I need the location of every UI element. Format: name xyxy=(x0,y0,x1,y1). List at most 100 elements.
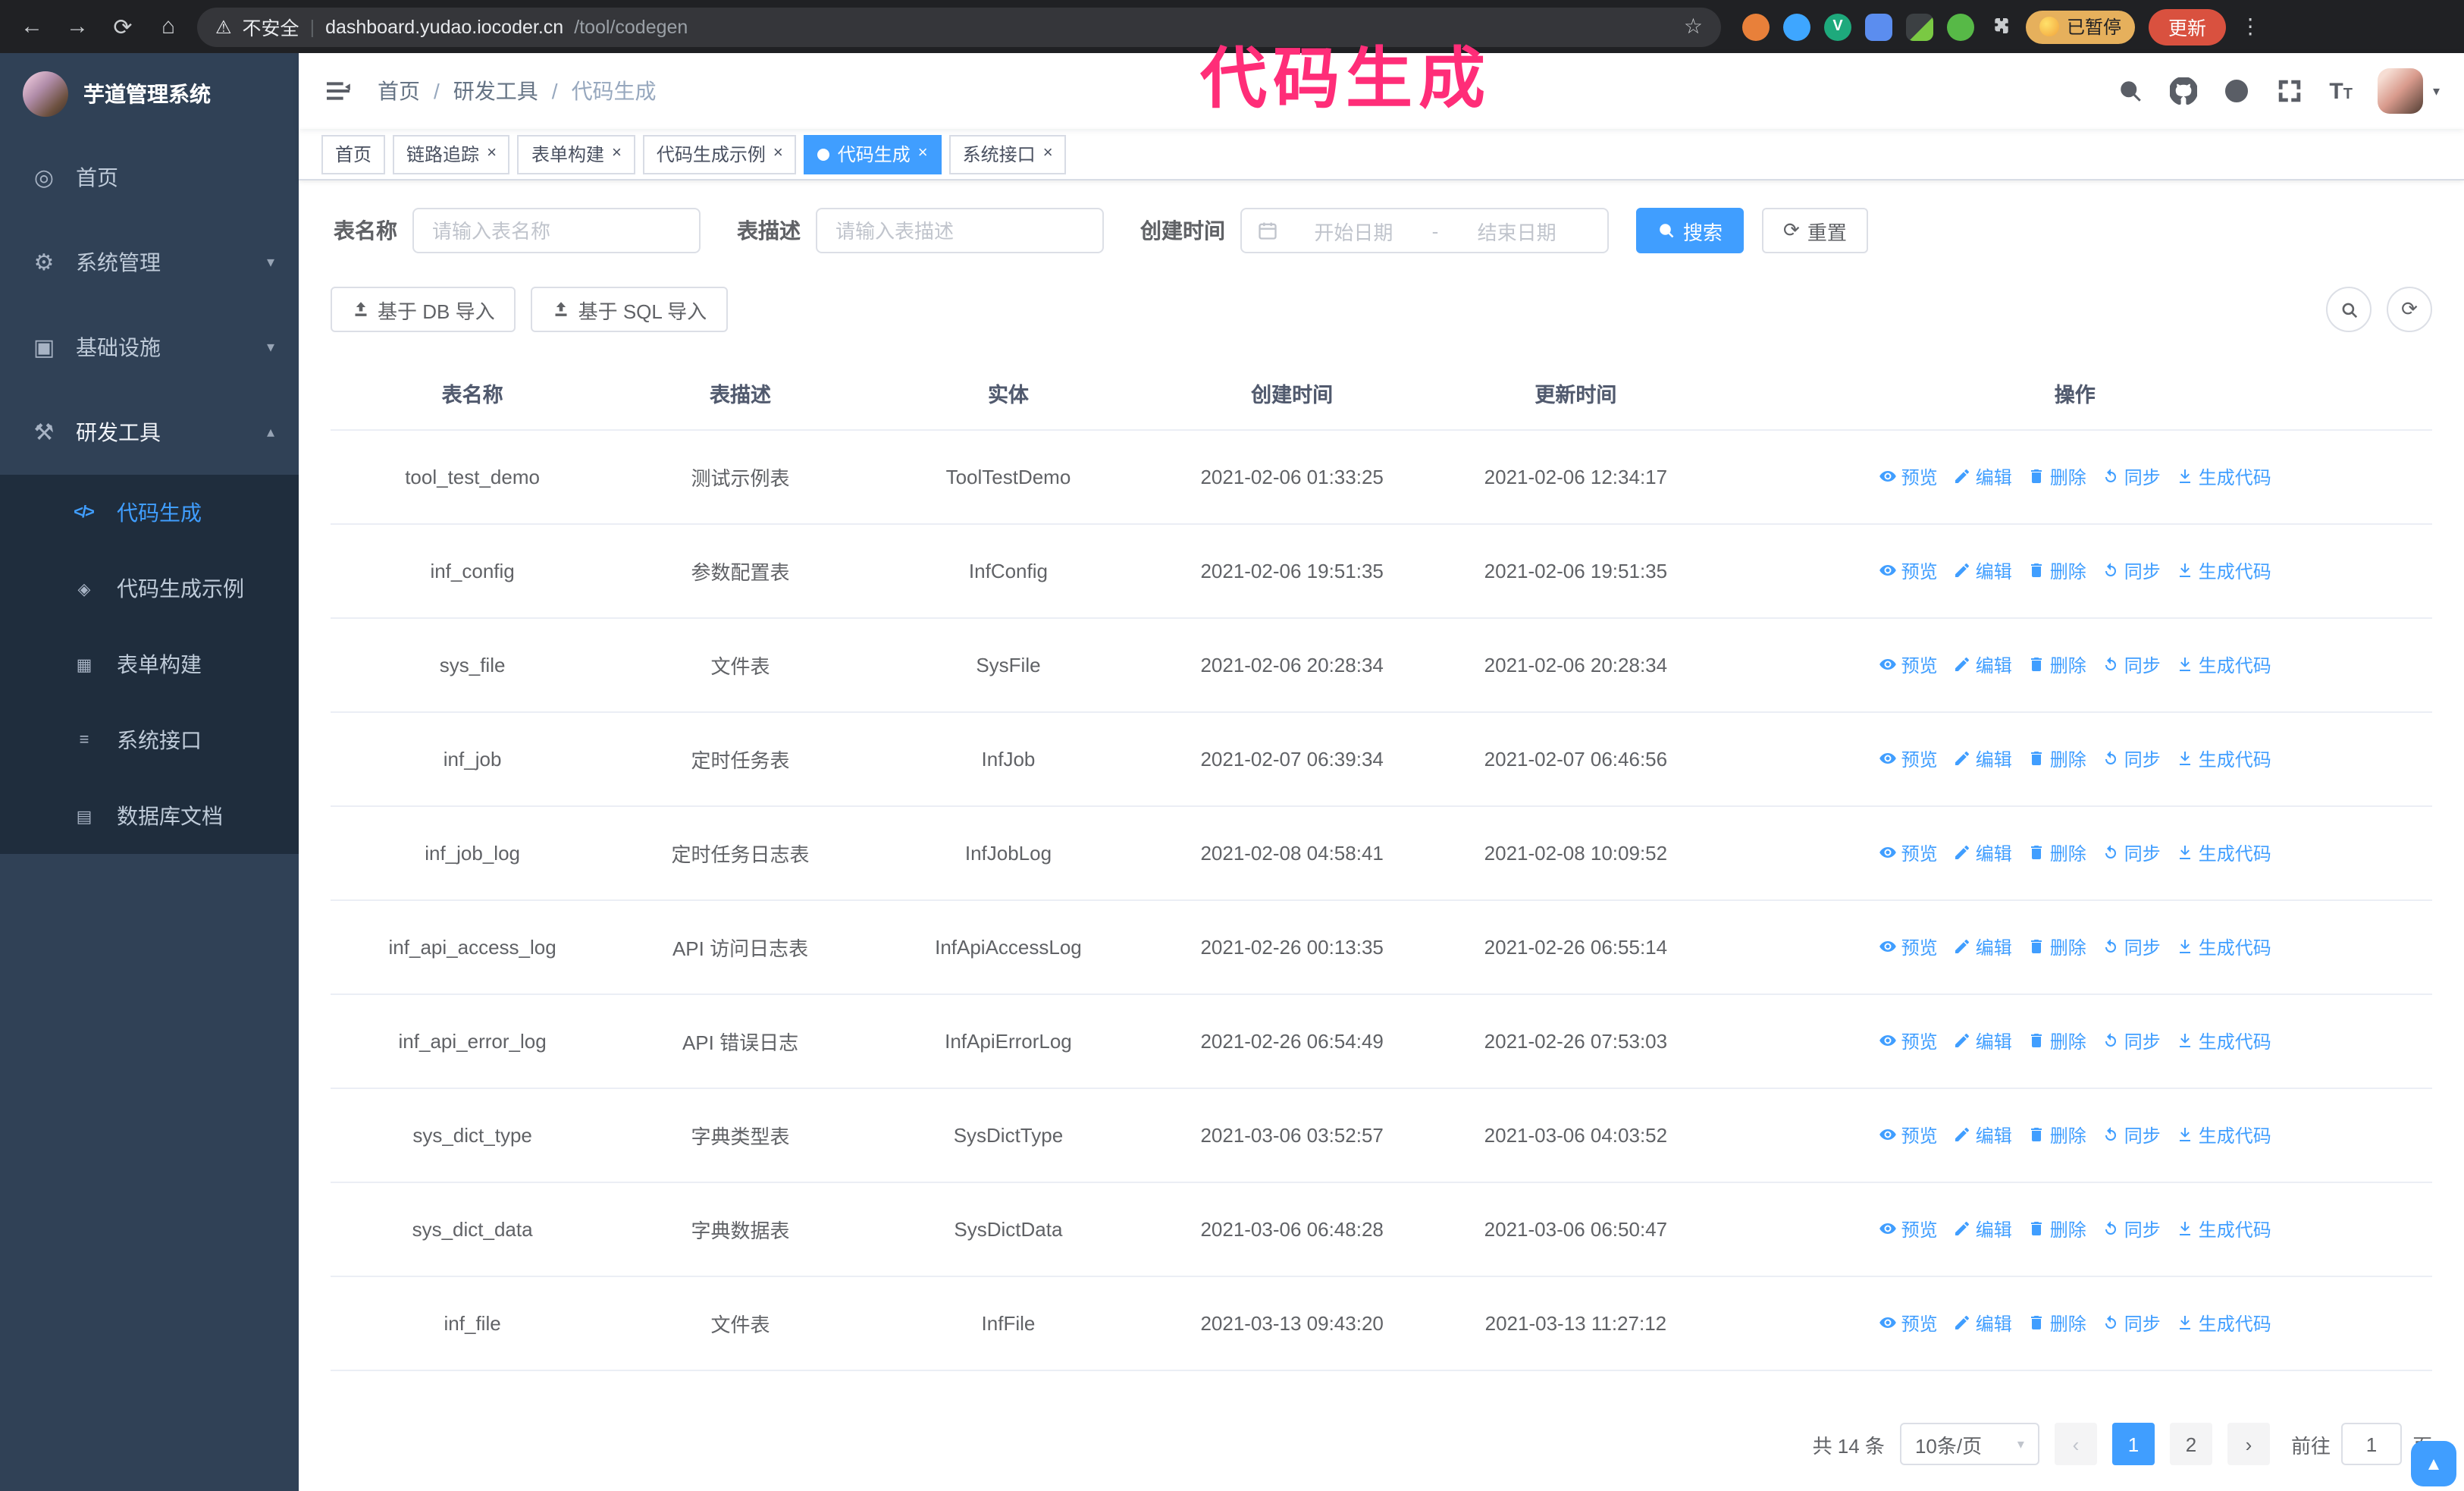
extension-icon-6[interactable] xyxy=(1947,13,1974,40)
action-generate-code[interactable]: 生成代码 xyxy=(2176,1216,2271,1242)
page-button-1[interactable]: 1 xyxy=(2111,1423,2155,1465)
table-desc-input[interactable] xyxy=(816,208,1104,253)
action-edit[interactable]: 编辑 xyxy=(1953,464,2012,490)
back-top-button[interactable]: ▲ xyxy=(2411,1441,2456,1486)
address-bar[interactable]: ⚠ 不安全 | dashboard.yudao.iocoder.cn/tool/… xyxy=(197,7,1721,46)
action-sync[interactable]: 同步 xyxy=(2102,746,2161,772)
bookmark-star-icon[interactable]: ☆ xyxy=(1684,14,1703,39)
action-preview[interactable]: 预览 xyxy=(1879,840,1938,866)
close-icon[interactable]: × xyxy=(918,145,928,162)
action-generate-code[interactable]: 生成代码 xyxy=(2176,1311,2271,1336)
action-sync[interactable]: 同步 xyxy=(2102,558,2161,584)
action-delete[interactable]: 删除 xyxy=(2027,1028,2086,1054)
sidebar-item-api[interactable]: ≡ 系统接口 xyxy=(0,702,299,778)
chrome-update-button[interactable]: 更新 xyxy=(2149,8,2227,45)
sidebar-item-devtools[interactable]: ⚒ 研发工具 ▴ xyxy=(0,390,299,475)
reset-button[interactable]: ⟳ 重置 xyxy=(1762,208,1868,253)
action-generate-code[interactable]: 生成代码 xyxy=(2176,558,2271,584)
action-preview[interactable]: 预览 xyxy=(1879,746,1938,772)
extensions-puzzle-icon[interactable] xyxy=(1988,14,2012,39)
tab-codegen-example[interactable]: 代码生成示例 × xyxy=(642,134,797,174)
action-generate-code[interactable]: 生成代码 xyxy=(2176,1028,2271,1054)
action-generate-code[interactable]: 生成代码 xyxy=(2176,840,2271,866)
toggle-search-button[interactable] xyxy=(2326,287,2372,332)
action-sync[interactable]: 同步 xyxy=(2102,934,2161,960)
action-preview[interactable]: 预览 xyxy=(1879,934,1938,960)
prev-page-button[interactable]: ‹ xyxy=(2054,1423,2097,1465)
action-generate-code[interactable]: 生成代码 xyxy=(2176,746,2271,772)
action-delete[interactable]: 删除 xyxy=(2027,1216,2086,1242)
table-name-input[interactable] xyxy=(412,208,701,253)
sidebar-item-infra[interactable]: ▣ 基础设施 ▾ xyxy=(0,305,299,390)
tab-form-builder[interactable]: 表单构建 × xyxy=(517,134,635,174)
action-delete[interactable]: 删除 xyxy=(2027,1122,2086,1148)
close-icon[interactable]: × xyxy=(612,145,622,162)
action-preview[interactable]: 预览 xyxy=(1879,464,1938,490)
github-icon[interactable] xyxy=(2170,77,2198,105)
browser-back-button[interactable]: ← xyxy=(15,10,49,43)
close-icon[interactable]: × xyxy=(1043,145,1053,162)
action-sync[interactable]: 同步 xyxy=(2102,464,2161,490)
goto-page-input[interactable] xyxy=(2340,1423,2402,1465)
close-icon[interactable]: × xyxy=(487,145,497,162)
browser-reload-button[interactable]: ⟳ xyxy=(106,10,140,43)
action-generate-code[interactable]: 生成代码 xyxy=(2176,1122,2271,1148)
sidebar-item-codegen-example[interactable]: ◈ 代码生成示例 xyxy=(0,551,299,626)
action-edit[interactable]: 编辑 xyxy=(1953,1122,2012,1148)
action-delete[interactable]: 删除 xyxy=(2027,652,2086,678)
action-edit[interactable]: 编辑 xyxy=(1953,558,2012,584)
breadcrumb-home[interactable]: 首页 xyxy=(378,76,420,106)
import-db-button[interactable]: 基于 DB 导入 xyxy=(331,287,516,332)
action-sync[interactable]: 同步 xyxy=(2102,1122,2161,1148)
extension-icon-4[interactable] xyxy=(1865,13,1892,40)
tab-api[interactable]: 系统接口 × xyxy=(948,134,1067,174)
action-preview[interactable]: 预览 xyxy=(1879,652,1938,678)
browser-forward-button[interactable]: → xyxy=(61,10,94,43)
action-delete[interactable]: 删除 xyxy=(2027,746,2086,772)
user-avatar-dropdown[interactable]: ▾ xyxy=(2378,68,2440,114)
sidebar-item-system[interactable]: ⚙ 系统管理 ▾ xyxy=(0,220,299,305)
action-preview[interactable]: 预览 xyxy=(1879,558,1938,584)
create-time-range-picker[interactable]: 开始日期 - 结束日期 xyxy=(1240,208,1609,253)
tab-codegen[interactable]: 代码生成 × xyxy=(804,134,942,174)
action-edit[interactable]: 编辑 xyxy=(1953,1311,2012,1336)
action-sync[interactable]: 同步 xyxy=(2102,1216,2161,1242)
action-sync[interactable]: 同步 xyxy=(2102,652,2161,678)
action-edit[interactable]: 编辑 xyxy=(1953,652,2012,678)
extension-icon-1[interactable] xyxy=(1742,13,1770,40)
action-sync[interactable]: 同步 xyxy=(2102,1311,2161,1336)
tab-tracing[interactable]: 链路追踪 × xyxy=(393,134,510,174)
action-delete[interactable]: 删除 xyxy=(2027,464,2086,490)
action-preview[interactable]: 预览 xyxy=(1879,1122,1938,1148)
help-icon[interactable]: ? xyxy=(2223,77,2250,105)
action-edit[interactable]: 编辑 xyxy=(1953,840,2012,866)
extension-icon-3[interactable]: V xyxy=(1824,13,1851,40)
action-preview[interactable]: 预览 xyxy=(1879,1028,1938,1054)
action-edit[interactable]: 编辑 xyxy=(1953,746,2012,772)
search-button[interactable]: 搜索 xyxy=(1636,208,1745,253)
sidebar-item-home[interactable]: ◎ 首页 xyxy=(0,135,299,220)
sidebar-item-form-builder[interactable]: ▦ 表单构建 xyxy=(0,626,299,702)
paused-badge[interactable]: 已暂停 xyxy=(2026,10,2136,43)
action-sync[interactable]: 同步 xyxy=(2102,840,2161,866)
action-generate-code[interactable]: 生成代码 xyxy=(2176,464,2271,490)
page-button-2[interactable]: 2 xyxy=(2169,1423,2212,1465)
action-preview[interactable]: 预览 xyxy=(1879,1216,1938,1242)
action-edit[interactable]: 编辑 xyxy=(1953,1028,2012,1054)
hamburger-icon[interactable] xyxy=(323,76,353,106)
import-sql-button[interactable]: 基于 SQL 导入 xyxy=(531,287,729,332)
browser-home-button[interactable]: ⌂ xyxy=(152,10,185,43)
action-delete[interactable]: 删除 xyxy=(2027,840,2086,866)
action-preview[interactable]: 预览 xyxy=(1879,1311,1938,1336)
extension-icon-5[interactable] xyxy=(1906,13,1933,40)
chrome-menu-icon[interactable]: ⋮ xyxy=(2240,14,2261,39)
font-size-icon[interactable]: TT xyxy=(2329,78,2353,104)
action-generate-code[interactable]: 生成代码 xyxy=(2176,652,2271,678)
action-generate-code[interactable]: 生成代码 xyxy=(2176,934,2271,960)
app-logo[interactable]: 芋道管理系统 xyxy=(0,53,299,135)
breadcrumb-devtools[interactable]: 研发工具 xyxy=(453,76,538,106)
sidebar-item-db-doc[interactable]: ▤ 数据库文档 xyxy=(0,778,299,854)
tab-home[interactable]: 首页 xyxy=(321,134,386,174)
extension-icon-2[interactable] xyxy=(1783,13,1810,40)
sidebar-item-codegen[interactable]: </> 代码生成 xyxy=(0,475,299,551)
